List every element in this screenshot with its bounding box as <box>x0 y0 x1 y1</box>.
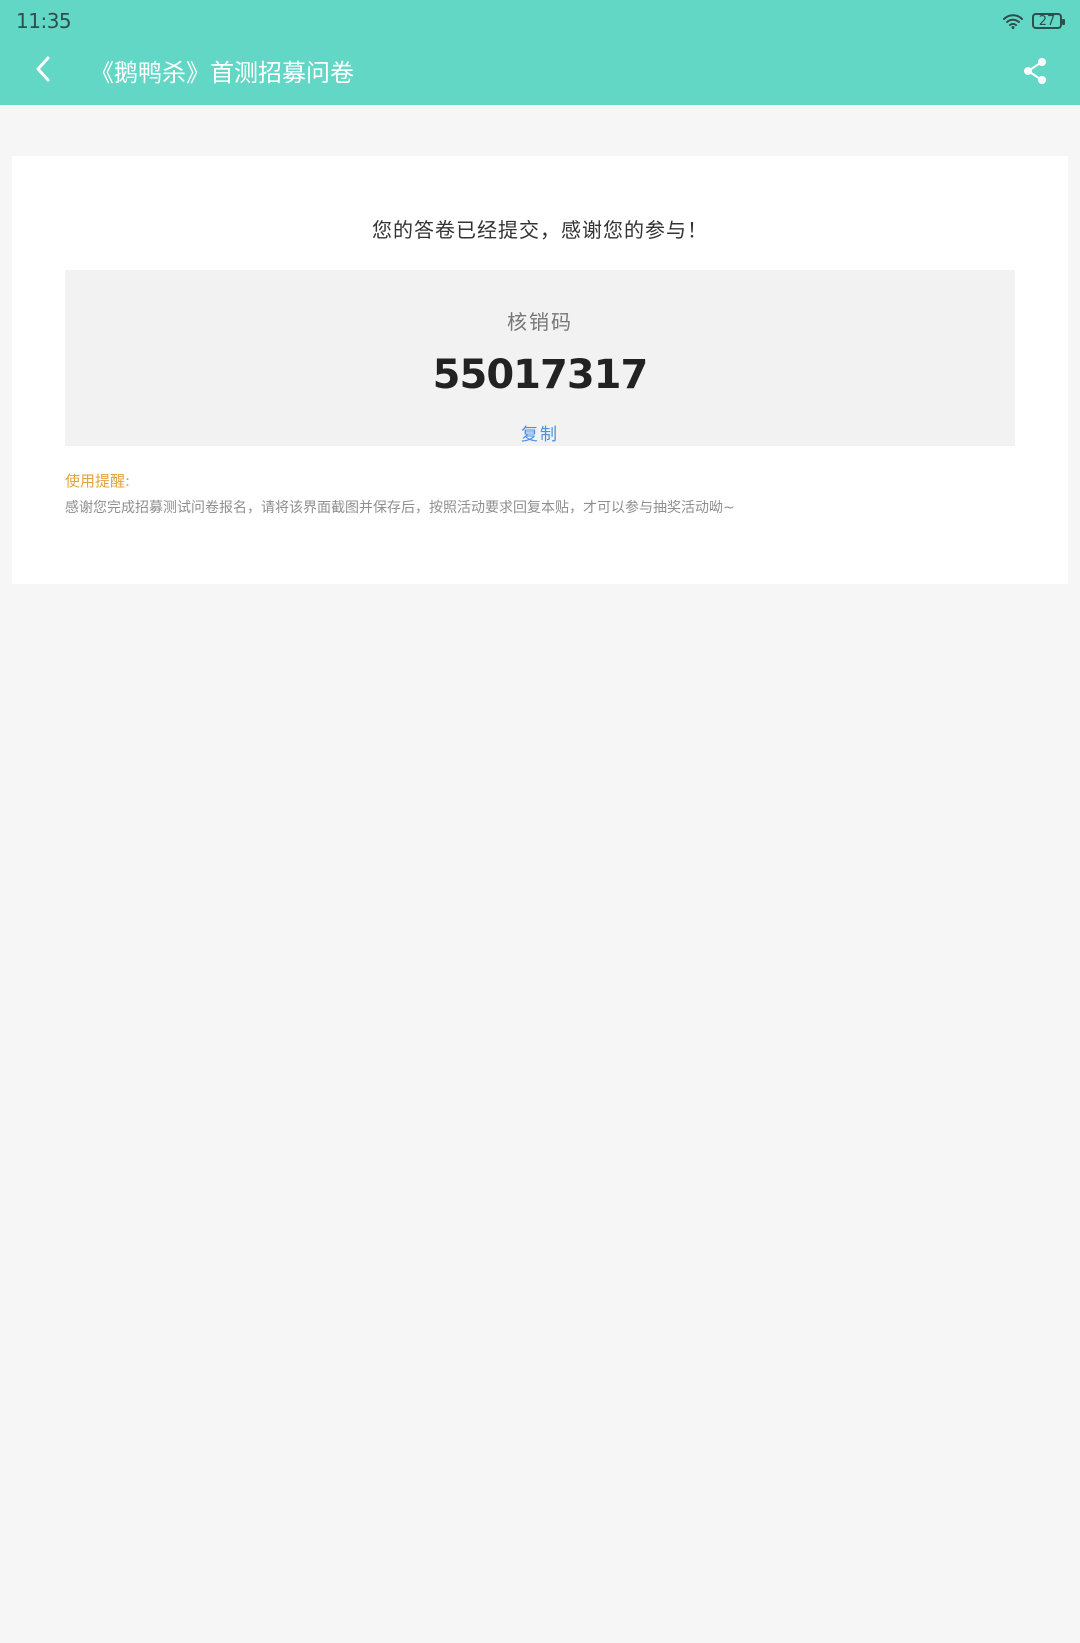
share-button[interactable] <box>1018 56 1052 90</box>
battery-icon: 27 <box>1032 13 1065 29</box>
result-card: 您的答卷已经提交，感谢您的参与！ 核销码 55017317 复制 使用提醒: 感… <box>12 156 1068 584</box>
share-icon <box>1021 57 1049 89</box>
code-value: 55017317 <box>432 352 649 398</box>
tip-text: 感谢您完成招募测试问卷报名，请将该界面截图并保存后，按照活动要求回复本贴，才可以… <box>65 500 735 516</box>
copy-button[interactable]: 复制 <box>521 420 559 445</box>
battery-level: 27 <box>1038 13 1056 29</box>
wifi-icon <box>1002 12 1024 30</box>
back-button[interactable] <box>28 56 58 86</box>
chevron-left-icon <box>34 55 52 87</box>
status-time: 11:35 <box>16 9 72 33</box>
success-message: 您的答卷已经提交，感谢您的参与！ <box>372 218 708 242</box>
page-title: 《鹅鸭杀》首测招募问卷 <box>90 59 354 87</box>
tip-title: 使用提醒: <box>65 472 131 490</box>
code-box: 核销码 55017317 复制 <box>65 270 1015 446</box>
app-header: 11:35 27 《鹅鸭杀》首测招募问卷 <box>0 0 1080 105</box>
code-label: 核销码 <box>507 310 573 334</box>
status-icons: 27 <box>1002 10 1065 32</box>
